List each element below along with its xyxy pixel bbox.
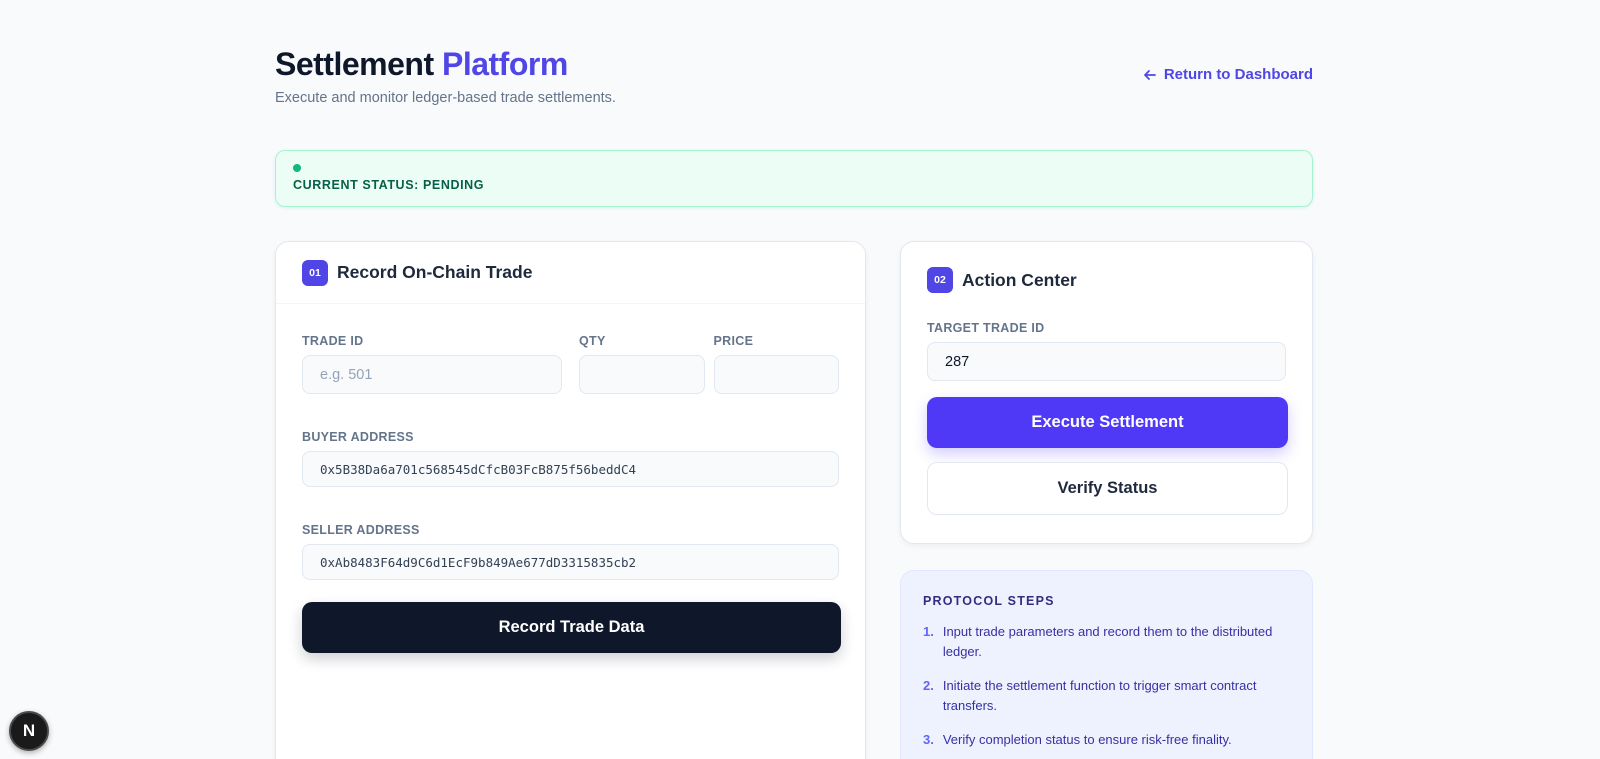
seller-address-label: SELLER ADDRESS bbox=[302, 523, 420, 537]
status-text: CURRENT STATUS: PENDING bbox=[293, 178, 485, 192]
protocol-step: 1. Input trade parameters and record the… bbox=[923, 622, 1290, 662]
record-trade-card-header: 01 Record On-Chain Trade bbox=[276, 242, 865, 304]
step-number: 2. bbox=[923, 678, 934, 693]
title-accent: Platform bbox=[441, 46, 568, 82]
seller-address-group: SELLER ADDRESS 0xAb8483F64d9C6d1EcF9b849… bbox=[302, 523, 839, 580]
buyer-address-input[interactable]: 0x5B38Da6a701c568545dCfcB03FcB875f56bedd… bbox=[302, 451, 839, 487]
step-text: Input trade parameters and record them t… bbox=[942, 624, 1273, 659]
record-trade-title: Record On-Chain Trade bbox=[337, 262, 533, 282]
trade-id-label: TRADE ID bbox=[302, 334, 364, 348]
page-header: Settlement Platform Execute and monitor … bbox=[275, 44, 1313, 114]
return-to-dashboard-link[interactable]: Return to Dashboard bbox=[1142, 66, 1313, 83]
record-trade-button[interactable]: Record Trade Data bbox=[302, 602, 841, 653]
buyer-address-group: BUYER ADDRESS 0x5B38Da6a701c568545dCfcB0… bbox=[302, 430, 839, 487]
seller-address-input[interactable]: 0xAb8483F64d9C6d1EcF9b849Ae677dD3315835c… bbox=[302, 544, 839, 580]
action-center-header: 02 Action Center bbox=[927, 267, 1286, 293]
action-center-title: Action Center bbox=[962, 269, 1077, 290]
verify-status-button[interactable]: Verify Status bbox=[927, 462, 1288, 515]
step-text: Verify completion status to ensure risk-… bbox=[942, 732, 1232, 747]
qty-group: QTY bbox=[578, 334, 705, 394]
buyer-address-label: BUYER ADDRESS bbox=[302, 430, 414, 444]
target-trade-id-group: TARGET TRADE ID 287 bbox=[927, 321, 1286, 381]
trade-id-group: TRADE ID e.g. 501 bbox=[302, 334, 562, 394]
record-trade-card: 01 Record On-Chain Trade TRADE ID e.g. 5… bbox=[275, 241, 866, 759]
nextjs-dev-indicator-icon[interactable]: N bbox=[9, 711, 49, 751]
action-center-card: 02 Action Center TARGET TRADE ID 287 Exe… bbox=[900, 241, 1313, 544]
target-trade-id-label: TARGET TRADE ID bbox=[927, 321, 1045, 335]
step-badge-01: 01 bbox=[302, 259, 328, 286]
execute-settlement-button[interactable]: Execute Settlement bbox=[927, 397, 1288, 448]
record-trade-form: TRADE ID e.g. 501 QTY PRICE BUYER ADDRES… bbox=[276, 304, 865, 683]
protocol-steps-panel: PROTOCOL STEPS 1. Input trade parameters… bbox=[900, 570, 1313, 759]
step-number: 1. bbox=[923, 624, 934, 639]
trade-id-input[interactable]: e.g. 501 bbox=[302, 355, 562, 394]
protocol-step: 3. Verify completion status to ensure ri… bbox=[923, 730, 1290, 750]
return-link-label: Return to Dashboard bbox=[1163, 66, 1313, 83]
qty-input[interactable] bbox=[578, 355, 705, 394]
trade-fields-row: TRADE ID e.g. 501 QTY PRICE bbox=[302, 334, 840, 394]
step-text: Initiate the settlement function to trig… bbox=[942, 678, 1257, 713]
qty-label: QTY bbox=[578, 334, 606, 348]
price-input[interactable] bbox=[713, 355, 840, 394]
status-dot-icon bbox=[293, 164, 301, 172]
arrow-left-icon bbox=[1143, 69, 1156, 80]
target-trade-id-input[interactable]: 287 bbox=[927, 342, 1286, 381]
price-group: PRICE bbox=[713, 334, 840, 394]
title-main: Settlement bbox=[275, 46, 434, 82]
status-banner: CURRENT STATUS: PENDING bbox=[275, 150, 1313, 207]
protocol-steps-title: PROTOCOL STEPS bbox=[923, 594, 1055, 608]
price-label: PRICE bbox=[713, 334, 754, 348]
protocol-step: 2. Initiate the settlement function to t… bbox=[923, 676, 1290, 716]
page-subtitle: Execute and monitor ledger-based trade s… bbox=[275, 90, 616, 106]
step-number: 3. bbox=[923, 732, 934, 747]
step-badge-02: 02 bbox=[927, 267, 953, 293]
